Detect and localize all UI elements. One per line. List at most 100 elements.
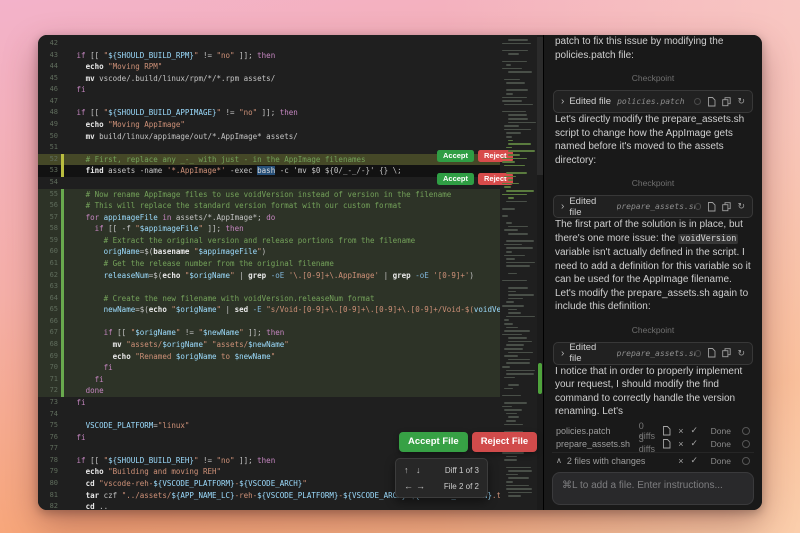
accept-file-icon[interactable]: ✓: [690, 425, 698, 436]
open-file-icon[interactable]: [662, 439, 671, 449]
line-number: 48: [38, 107, 58, 119]
code-line[interactable]: 53 find assets -name '*.AppImage*' -exec…: [38, 165, 500, 177]
minimap-line: [508, 477, 529, 479]
done-button[interactable]: Done: [705, 426, 731, 436]
next-diff-icon[interactable]: ↓: [416, 465, 428, 475]
code-line[interactable]: 49 echo "Moving AppImage": [38, 119, 500, 131]
code-line[interactable]: 42: [38, 38, 500, 50]
chat-input[interactable]: ⌘L to add a file. Enter instructions...: [552, 472, 754, 505]
reject-file-icon[interactable]: ×: [678, 439, 683, 449]
copy-icon[interactable]: [722, 97, 731, 107]
diff-gutter-marker: [61, 212, 64, 224]
accept-all-icon[interactable]: ✓: [690, 455, 698, 466]
line-number: 54: [38, 177, 58, 189]
code-line[interactable]: 54: [38, 177, 500, 189]
status-dot: [694, 98, 701, 105]
open-file-icon[interactable]: [707, 348, 716, 358]
code-line[interactable]: 61 # Get the release number from the ori…: [38, 258, 500, 270]
edited-file-card[interactable]: › Edited file policies.patch ↻: [553, 90, 753, 113]
chat-panel: patch to fix this issue by modifying the…: [543, 35, 762, 510]
code-line[interactable]: 69 echo "Renamed $origName to $newName": [38, 351, 500, 363]
code-line[interactable]: 51: [38, 142, 500, 154]
line-number: 51: [38, 142, 58, 154]
diff-gutter-marker: [61, 374, 64, 386]
line-number: 67: [38, 327, 58, 339]
open-file-icon[interactable]: [707, 202, 716, 212]
minimap-line: [508, 118, 528, 120]
code-line[interactable]: 72 done: [38, 385, 500, 397]
copy-icon[interactable]: [722, 348, 731, 358]
minimap-line: [506, 485, 529, 487]
code-text: # This will replace the standard version…: [68, 200, 402, 212]
code-line[interactable]: 67 if [[ "$origName" != "$newName" ]]; t…: [38, 327, 500, 339]
edited-file-card[interactable]: › Edited file prepare_assets.sh ↻: [553, 342, 753, 365]
code-line[interactable]: 57 for appimageFile in assets/*.AppImage…: [38, 212, 500, 224]
code-line[interactable]: 60 origName=$(basename "$appimageFile"): [38, 246, 500, 258]
done-button[interactable]: Done: [705, 439, 731, 449]
retry-icon[interactable]: ↻: [737, 202, 745, 211]
code-line[interactable]: 64 # Create the new filename with voidVe…: [38, 293, 500, 305]
copy-icon[interactable]: [722, 202, 731, 212]
accept-file-icon[interactable]: ✓: [690, 438, 698, 449]
code-line[interactable]: 63: [38, 281, 500, 293]
inline-code: voidVersion: [678, 234, 738, 244]
code-line[interactable]: 62 releaseNum=$(echo "$origName" | grep …: [38, 270, 500, 282]
changed-file-row[interactable]: prepare_assets.sh 3 diffs × ✓ Done: [552, 437, 754, 450]
minimap-line: [506, 64, 511, 66]
retry-icon[interactable]: ↻: [737, 349, 745, 358]
status-dot: [695, 203, 702, 210]
code-line[interactable]: 73 fi: [38, 397, 500, 409]
code-line[interactable]: 65 newName=$(echo "$origName" | sed -E "…: [38, 304, 500, 316]
minimap-line: [502, 158, 527, 160]
minimap-line: [504, 330, 530, 332]
code-line[interactable]: 45 mv vscode/.build/linux/rpm/*/*.rpm as…: [38, 73, 500, 85]
minimap-line: [508, 273, 517, 275]
code-line[interactable]: 75 VSCODE_PLATFORM="linux": [38, 420, 500, 432]
line-number: 81: [38, 490, 58, 502]
code-line[interactable]: 74: [38, 409, 500, 421]
line-number: 49: [38, 119, 58, 131]
code-line[interactable]: 48 if [[ "${SHOULD_BUILD_APPIMAGE}" != "…: [38, 107, 500, 119]
done-all-button[interactable]: Done: [705, 456, 731, 466]
minimap-line: [506, 190, 534, 192]
accept-hunk-button[interactable]: Accept: [437, 150, 474, 162]
code-line[interactable]: 70 fi: [38, 362, 500, 374]
code-editor[interactable]: 4243 if [[ "${SHOULD_BUILD_RPM}" != "no"…: [38, 35, 543, 510]
code-line[interactable]: 55 # Now rename AppImage files to use vo…: [38, 189, 500, 201]
code-text: if [[ "${SHOULD_BUILD_REH}" != "no" ]]; …: [68, 455, 276, 467]
accept-file-button[interactable]: Accept File: [399, 432, 468, 452]
code-line[interactable]: 43 if [[ "${SHOULD_BUILD_RPM}" != "no" ]…: [38, 50, 500, 62]
code-line[interactable]: 58 if [[ -f "$appimageFile" ]]; then: [38, 223, 500, 235]
code-line[interactable]: 46 fi: [38, 84, 500, 96]
open-file-icon[interactable]: [662, 426, 671, 436]
code-line[interactable]: 50 mv build/linux/appimage/out/*.AppImag…: [38, 131, 500, 143]
code-line[interactable]: 44 echo "Moving RPM": [38, 61, 500, 73]
code-line[interactable]: 71 fi: [38, 374, 500, 386]
code-line[interactable]: 82 cd ..: [38, 501, 500, 510]
next-file-icon[interactable]: →: [416, 481, 428, 491]
minimap-line: [506, 481, 513, 483]
prev-diff-icon[interactable]: ↑: [404, 465, 416, 475]
diff-gutter-marker: [61, 61, 64, 73]
reject-file-icon[interactable]: ×: [678, 426, 683, 436]
minimap-line: [508, 114, 527, 116]
reject-all-icon[interactable]: ×: [678, 456, 683, 466]
code-line[interactable]: 56 # This will replace the standard vers…: [38, 200, 500, 212]
minimap-line: [506, 362, 530, 364]
code-line[interactable]: 47: [38, 96, 500, 108]
code-line[interactable]: 68 mv "assets/$origName" "assets/$newNam…: [38, 339, 500, 351]
line-number: 47: [38, 96, 58, 108]
accept-hunk-button[interactable]: Accept: [437, 173, 474, 185]
minimap-line: [508, 39, 528, 41]
code-line[interactable]: 59 # Extract the original version and re…: [38, 235, 500, 247]
status-ring-icon: [742, 440, 750, 448]
changes-summary-row[interactable]: ∧ 2 files with changes × ✓ Done: [552, 452, 754, 468]
open-file-icon[interactable]: [707, 97, 716, 107]
code-line[interactable]: 66: [38, 316, 500, 328]
minimap-line: [506, 370, 535, 372]
reject-file-button[interactable]: Reject File: [472, 432, 538, 452]
edited-file-card[interactable]: › Edited file prepare_assets.sh ↻: [553, 195, 753, 218]
code-line[interactable]: 52 # First, replace any _-_ with just - …: [38, 154, 500, 166]
retry-icon[interactable]: ↻: [737, 97, 745, 106]
prev-file-icon[interactable]: ←: [404, 481, 416, 491]
